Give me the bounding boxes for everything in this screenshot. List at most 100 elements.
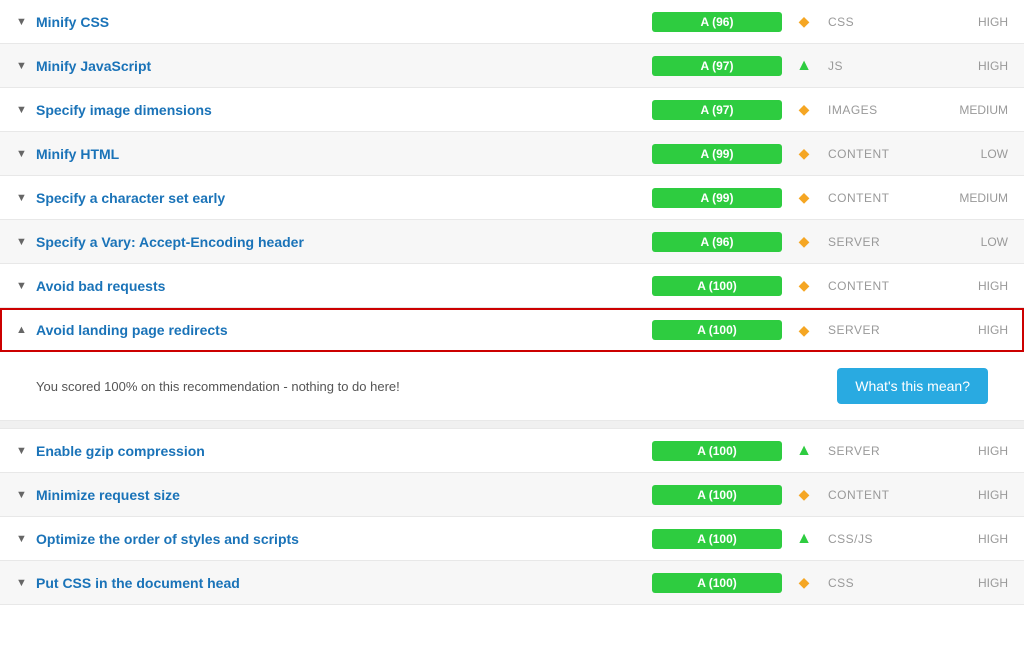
score-bar-specify-image-dimensions: A (97) [652,100,782,120]
table-row-avoid-landing-redirects: ▲ Avoid landing page redirects A (100) ◆… [0,308,1024,352]
trend-up-icon: ▲ [796,530,812,547]
row-title-avoid-landing-redirects[interactable]: Avoid landing page redirects [36,322,652,338]
trend-icon-optimize-order-styles: ▲ [792,530,816,548]
trend-icon-put-css-head: ◆ [792,574,816,591]
score-bar-wrap-minify-html: A (99) [652,144,782,164]
table-row-specify-image-dimensions: ▼ Specify image dimensions A (97) ◆ IMAG… [0,88,1024,132]
priority-specify-charset: MEDIUM [938,191,1008,205]
expand-icon-optimize-order-styles[interactable]: ▼ [16,533,32,545]
priority-specify-vary: LOW [938,235,1008,249]
row-title-put-css-head[interactable]: Put CSS in the document head [36,575,652,591]
expand-icon-enable-gzip[interactable]: ▼ [16,445,32,457]
expand-icon-specify-image-dimensions[interactable]: ▼ [16,104,32,116]
table-row-minimize-request-size: ▼ Minimize request size A (100) ◆ CONTEN… [0,473,1024,517]
row-title-minify-js[interactable]: Minify JavaScript [36,58,652,74]
priority-enable-gzip: HIGH [938,444,1008,458]
category-specify-vary: SERVER [828,235,938,249]
priority-optimize-order-styles: HIGH [938,532,1008,546]
trend-diamond-icon: ◆ [799,233,810,249]
table-row-enable-gzip: ▼ Enable gzip compression A (100) ▲ SERV… [0,429,1024,473]
expand-icon-minify-css[interactable]: ▼ [16,16,32,28]
category-optimize-order-styles: CSS/JS [828,532,938,546]
expand-icon-avoid-bad-requests[interactable]: ▼ [16,280,32,292]
priority-specify-image-dimensions: MEDIUM [938,103,1008,117]
expanded-text-avoid-landing-redirects: You scored 100% on this recommendation -… [36,379,400,394]
score-bar-wrap-minify-css: A (96) [652,12,782,32]
expand-icon-specify-vary[interactable]: ▼ [16,236,32,248]
priority-avoid-landing-redirects: HIGH [938,323,1008,337]
table-row-minify-css: ▼ Minify CSS A (96) ◆ CSS HIGH [0,0,1024,44]
category-put-css-head: CSS [828,576,938,590]
score-bar-wrap-minify-js: A (97) [652,56,782,76]
priority-minify-html: LOW [938,147,1008,161]
table-row-optimize-order-styles: ▼ Optimize the order of styles and scrip… [0,517,1024,561]
expand-icon-minimize-request-size[interactable]: ▼ [16,489,32,501]
row-title-minify-css[interactable]: Minify CSS [36,14,652,30]
score-bar-minify-js: A (97) [652,56,782,76]
trend-icon-minify-html: ◆ [792,145,816,162]
expanded-content-avoid-landing-redirects: You scored 100% on this recommendation -… [0,352,1024,421]
priority-minify-js: HIGH [938,59,1008,73]
score-bar-specify-charset: A (99) [652,188,782,208]
score-bar-avoid-landing-redirects: A (100) [652,320,782,340]
score-bar-minimize-request-size: A (100) [652,485,782,505]
trend-diamond-icon: ◆ [799,277,810,293]
priority-avoid-bad-requests: HIGH [938,279,1008,293]
expand-icon-minify-html[interactable]: ▼ [16,148,32,160]
row-title-avoid-bad-requests[interactable]: Avoid bad requests [36,278,652,294]
score-bar-wrap-avoid-bad-requests: A (100) [652,276,782,296]
row-title-enable-gzip[interactable]: Enable gzip compression [36,443,652,459]
trend-diamond-icon: ◆ [799,101,810,117]
table-row-put-css-head: ▼ Put CSS in the document head A (100) ◆… [0,561,1024,605]
row-title-specify-image-dimensions[interactable]: Specify image dimensions [36,102,652,118]
score-bar-wrap-minimize-request-size: A (100) [652,485,782,505]
category-avoid-landing-redirects: SERVER [828,323,938,337]
trend-icon-minify-css: ◆ [792,13,816,30]
row-title-specify-charset[interactable]: Specify a character set early [36,190,652,206]
score-bar-wrap-optimize-order-styles: A (100) [652,529,782,549]
row-title-optimize-order-styles[interactable]: Optimize the order of styles and scripts [36,531,652,547]
trend-diamond-icon: ◆ [799,145,810,161]
category-specify-image-dimensions: IMAGES [828,103,938,117]
trend-icon-specify-image-dimensions: ◆ [792,101,816,118]
category-minimize-request-size: CONTENT [828,488,938,502]
expand-icon-avoid-landing-redirects[interactable]: ▲ [16,324,32,336]
row-title-minimize-request-size[interactable]: Minimize request size [36,487,652,503]
whats-this-mean-button[interactable]: What's this mean? [837,368,988,404]
recommendations-table: ▼ Minify CSS A (96) ◆ CSS HIGH ▼ Minify … [0,0,1024,605]
trend-up-icon: ▲ [796,442,812,459]
trend-diamond-icon: ◆ [799,189,810,205]
score-bar-wrap-put-css-head: A (100) [652,573,782,593]
trend-up-icon: ▲ [796,57,812,74]
trend-icon-enable-gzip: ▲ [792,442,816,460]
score-bar-wrap-specify-image-dimensions: A (97) [652,100,782,120]
category-specify-charset: CONTENT [828,191,938,205]
score-bar-put-css-head: A (100) [652,573,782,593]
priority-minimize-request-size: HIGH [938,488,1008,502]
trend-icon-avoid-bad-requests: ◆ [792,277,816,294]
table-row-minify-html: ▼ Minify HTML A (99) ◆ CONTENT LOW [0,132,1024,176]
table-row-minify-js: ▼ Minify JavaScript A (97) ▲ JS HIGH [0,44,1024,88]
expand-icon-specify-charset[interactable]: ▼ [16,192,32,204]
expand-icon-minify-js[interactable]: ▼ [16,60,32,72]
row-title-specify-vary[interactable]: Specify a Vary: Accept-Encoding header [36,234,652,250]
section-divider [0,421,1024,429]
expand-icon-put-css-head[interactable]: ▼ [16,577,32,589]
score-bar-specify-vary: A (96) [652,232,782,252]
score-bar-wrap-avoid-landing-redirects: A (100) [652,320,782,340]
score-bar-avoid-bad-requests: A (100) [652,276,782,296]
trend-diamond-icon: ◆ [799,574,810,590]
score-bar-wrap-specify-charset: A (99) [652,188,782,208]
trend-icon-minimize-request-size: ◆ [792,486,816,503]
category-avoid-bad-requests: CONTENT [828,279,938,293]
score-bar-wrap-enable-gzip: A (100) [652,441,782,461]
priority-put-css-head: HIGH [938,576,1008,590]
table-row-specify-vary: ▼ Specify a Vary: Accept-Encoding header… [0,220,1024,264]
category-enable-gzip: SERVER [828,444,938,458]
trend-icon-minify-js: ▲ [792,57,816,75]
trend-diamond-icon: ◆ [799,322,810,338]
row-title-minify-html[interactable]: Minify HTML [36,146,652,162]
score-bar-enable-gzip: A (100) [652,441,782,461]
trend-icon-avoid-landing-redirects: ◆ [792,322,816,339]
table-row-avoid-bad-requests: ▼ Avoid bad requests A (100) ◆ CONTENT H… [0,264,1024,308]
